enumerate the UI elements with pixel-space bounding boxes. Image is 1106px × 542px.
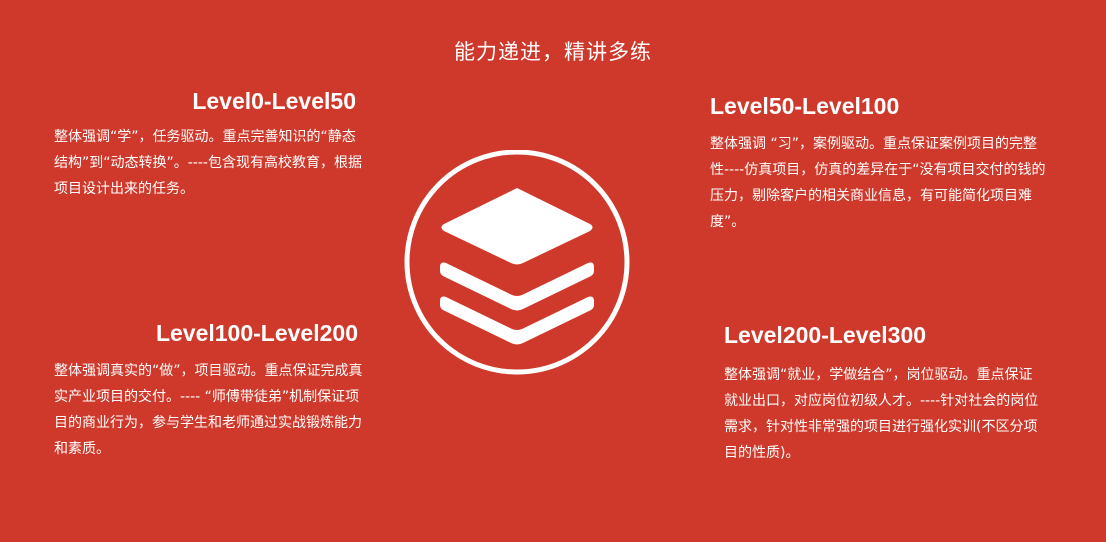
level-0-50-section: Level0-Level50 整体强调“学”，任务驱动。重点完善知识的“静态结构… (54, 86, 364, 202)
level-50-100-heading: Level50-Level100 (710, 93, 900, 119)
level-200-300-section: Level200-Level300 整体强调“就业，学做结合”，岗位驱动。重点保… (724, 320, 1044, 466)
level-200-300-text: 整体强调“就业，学做结合”，岗位驱动。重点保证就业出口，对应岗位初级人才。---… (724, 367, 1039, 461)
level-100-200-heading: Level100-Level200 (155, 320, 358, 346)
level-100-200-text: 整体强调真实的“做”，项目驱动。重点保证完成真实产业项目的交付。---- “师傅… (54, 363, 363, 457)
level-100-200-section: Level100-Level200 整体强调真实的“做”，项目驱动。重点保证完成… (54, 318, 366, 462)
level-0-50-text: 整体强调“学”，任务驱动。重点完善知识的“静态结构”到“动态转换”。----包含… (54, 129, 362, 197)
level-200-300-heading: Level200-Level300 (724, 322, 927, 348)
layers-icon (402, 149, 632, 380)
level-50-100-section: Level50-Level100 整体强调 “习”，案例驱动。重点保证案例项目的… (710, 91, 1055, 235)
page-title: 能力递进，精讲多练 (454, 40, 652, 64)
level-50-100-text: 整体强调 “习”，案例驱动。重点保证案例项目的完整性----仿真项目，仿真的差异… (710, 136, 1046, 230)
level-0-50-heading: Level0-Level50 (192, 88, 356, 114)
